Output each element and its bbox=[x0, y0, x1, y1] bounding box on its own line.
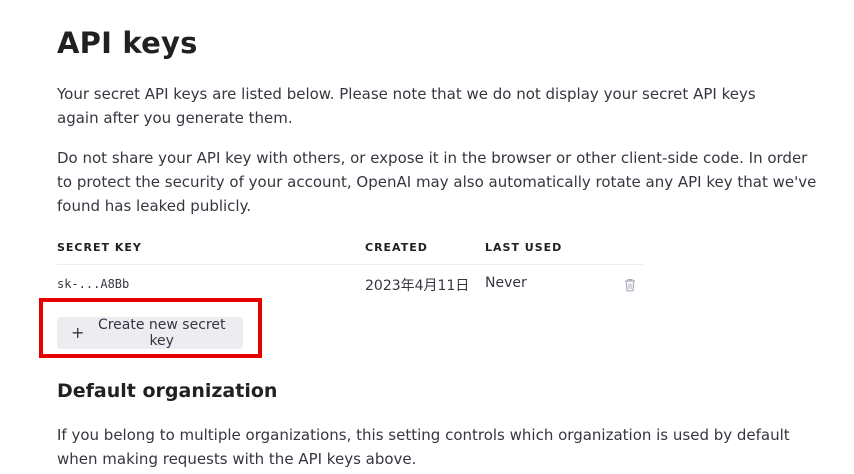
api-keys-table: SECRET KEY CREATED LAST USED sk-...A8Bb … bbox=[57, 238, 643, 303]
default-organization-description: If you belong to multiple organizations,… bbox=[57, 426, 790, 468]
created-date: 2023年4月11日 bbox=[365, 278, 470, 294]
last-used-value: Never bbox=[485, 275, 527, 291]
create-button-label: Create new secret key bbox=[97, 317, 226, 349]
column-header-secret-key: SECRET KEY bbox=[57, 241, 142, 254]
default-organization-title: Default organization bbox=[57, 380, 278, 402]
secret-key-value: sk-...A8Bb bbox=[57, 277, 130, 291]
trash-icon-graphic bbox=[625, 279, 635, 292]
security-description: Do not share your API key with others, o… bbox=[57, 149, 817, 215]
trash-icon[interactable] bbox=[624, 277, 636, 292]
table-header: SECRET KEY CREATED LAST USED bbox=[57, 238, 643, 265]
column-header-last-used: LAST USED bbox=[485, 241, 563, 254]
plus-icon: + bbox=[71, 323, 85, 342]
keys-description: Your secret API keys are listed below. P… bbox=[57, 85, 756, 127]
column-header-created: CREATED bbox=[365, 241, 428, 254]
create-new-secret-key-button[interactable]: + Create new secret key bbox=[57, 317, 243, 349]
page-title: API keys bbox=[57, 26, 198, 60]
